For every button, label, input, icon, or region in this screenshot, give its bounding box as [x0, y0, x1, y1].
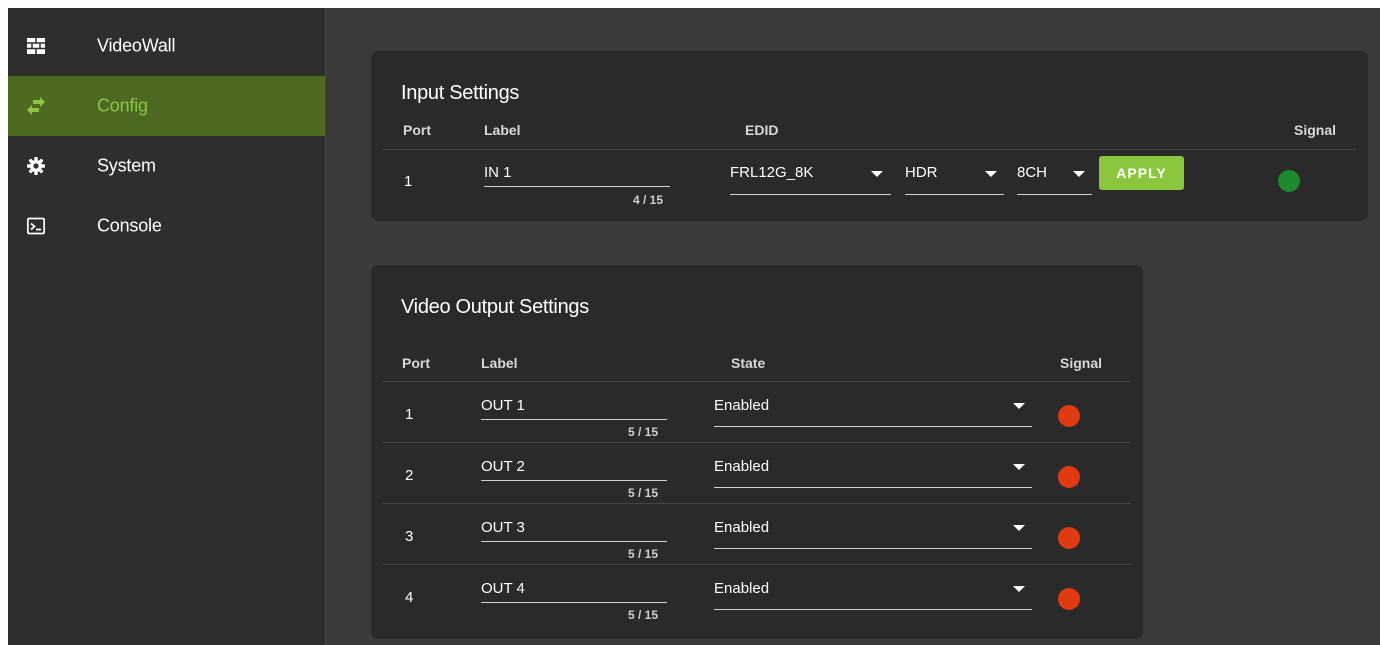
state-select-value[interactable]: Enabled	[714, 458, 769, 475]
input-settings-card: Input Settings Port Label EDID Signal 1 …	[371, 51, 1368, 221]
signal-indicator	[1058, 405, 1080, 427]
char-counter: 5 / 15	[628, 608, 659, 622]
column-header-state: State	[731, 355, 766, 371]
char-counter: 5 / 15	[628, 486, 659, 500]
column-header-signal: Signal	[1060, 355, 1103, 371]
char-counter: 5 / 15	[628, 547, 659, 561]
port-number: 3	[405, 528, 414, 545]
select-underline	[714, 548, 1032, 549]
select-underline	[714, 609, 1032, 610]
select-underline	[714, 426, 1032, 427]
select-underline	[730, 194, 891, 195]
card-title: Input Settings	[401, 82, 520, 104]
chevron-down-icon[interactable]	[1073, 171, 1085, 177]
select-underline	[714, 487, 1032, 488]
chevron-down-icon[interactable]	[1013, 403, 1025, 409]
port-number: 4	[405, 589, 414, 606]
card-title: Video Output Settings	[401, 296, 589, 318]
chevron-down-icon[interactable]	[871, 171, 883, 177]
signal-indicator	[1058, 588, 1080, 610]
signal-indicator	[1278, 170, 1300, 192]
char-counter: 5 / 15	[628, 425, 659, 439]
terminal-icon	[27, 217, 45, 235]
sidebar-item-system[interactable]: System	[8, 136, 325, 196]
sidebar-item-label: System	[97, 155, 156, 176]
divider	[383, 564, 1131, 565]
sidebar-item-console[interactable]: Console	[8, 196, 325, 256]
select-underline	[1017, 194, 1092, 195]
divider	[383, 442, 1131, 443]
input-underline	[481, 419, 667, 420]
sidebar-item-videowall[interactable]: VideoWall	[8, 16, 325, 76]
swap-arrows-icon	[27, 97, 45, 115]
label-input-value[interactable]: OUT 1	[481, 397, 525, 414]
signal-indicator	[1058, 527, 1080, 549]
port-number: 1	[404, 173, 413, 190]
hdr-select-value[interactable]: HDR	[905, 164, 938, 181]
divider	[383, 381, 1131, 382]
apply-button[interactable]: APPLY	[1099, 156, 1184, 190]
input-underline	[481, 541, 667, 542]
sidebar-item-label: Config	[97, 95, 148, 116]
divider	[383, 503, 1131, 504]
select-underline	[905, 194, 1004, 195]
sidebar: VideoWall Config System Console	[8, 8, 326, 645]
video-output-settings-card: Video Output Settings Port Label State S…	[371, 265, 1143, 639]
sidebar-item-label: VideoWall	[97, 35, 176, 56]
column-header-edid: EDID	[745, 122, 779, 138]
sidebar-item-config[interactable]: Config	[8, 76, 325, 136]
signal-indicator	[1058, 466, 1080, 488]
column-header-label: Label	[484, 122, 521, 138]
app-window: VideoWall Config System Console Input Se…	[8, 8, 1380, 645]
chevron-down-icon[interactable]	[1013, 586, 1025, 592]
chevron-down-icon[interactable]	[985, 171, 997, 177]
grid-icon	[27, 38, 45, 54]
chevron-down-icon[interactable]	[1013, 525, 1025, 531]
label-input-value[interactable]: OUT 3	[481, 519, 525, 536]
column-header-port: Port	[402, 355, 430, 371]
gear-icon	[27, 157, 45, 175]
input-underline	[481, 480, 667, 481]
chevron-down-icon[interactable]	[1013, 464, 1025, 470]
input-underline	[484, 186, 670, 187]
state-select-value[interactable]: Enabled	[714, 519, 769, 536]
column-header-label: Label	[481, 355, 518, 371]
label-input-value[interactable]: OUT 2	[481, 458, 525, 475]
column-header-port: Port	[403, 122, 431, 138]
state-select-value[interactable]: Enabled	[714, 580, 769, 597]
divider	[383, 149, 1356, 150]
label-input-value[interactable]: IN 1	[484, 164, 512, 181]
char-counter: 4 / 15	[633, 193, 664, 207]
sidebar-item-label: Console	[97, 215, 162, 236]
state-select-value[interactable]: Enabled	[714, 397, 769, 414]
label-input-value[interactable]: OUT 4	[481, 580, 525, 597]
edid-select-value[interactable]: FRL12G_8K	[730, 164, 813, 181]
column-header-signal: Signal	[1294, 122, 1337, 138]
port-number: 2	[405, 467, 414, 484]
port-number: 1	[405, 406, 414, 423]
input-underline	[481, 602, 667, 603]
audio-select-value[interactable]: 8CH	[1017, 164, 1047, 181]
